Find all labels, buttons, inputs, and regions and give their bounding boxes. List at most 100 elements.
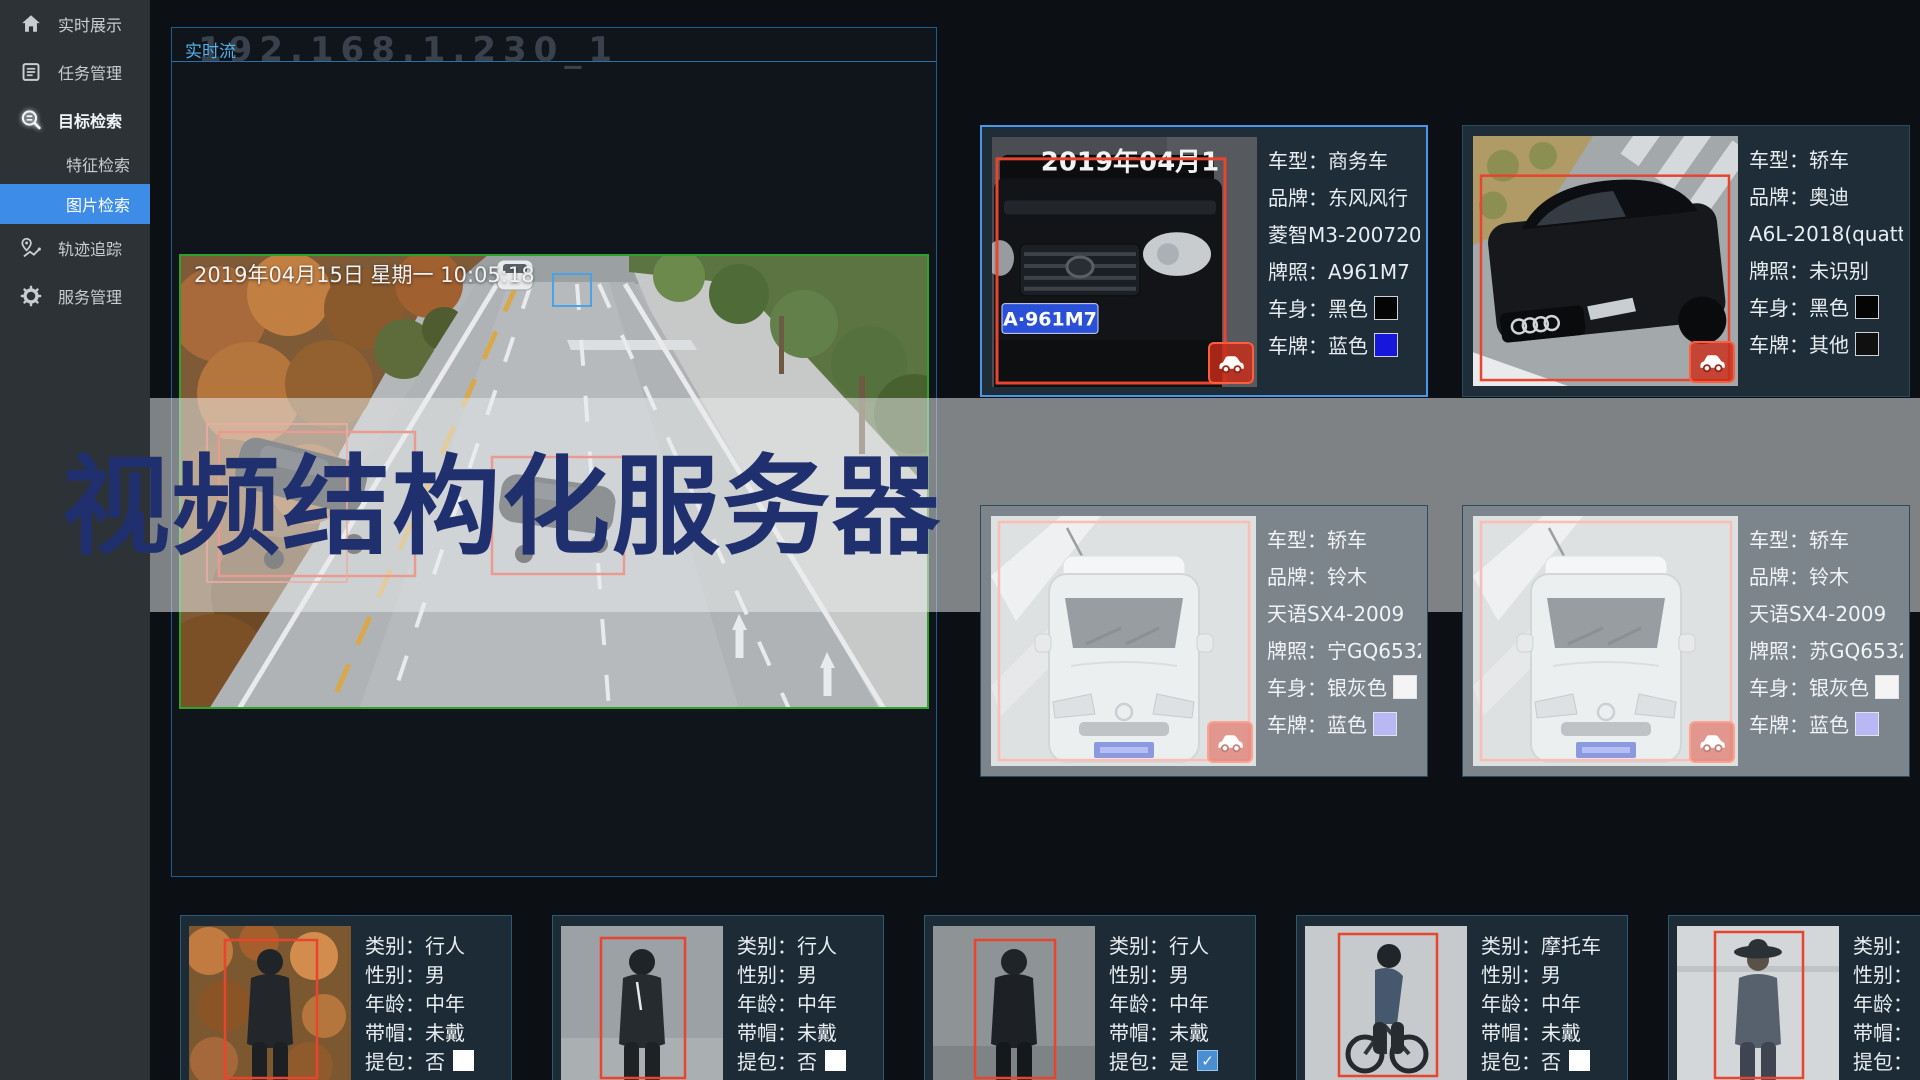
attribute-row: 年龄： [1853, 988, 1920, 1017]
sidebar-item-target-search[interactable]: 目标检索 [0, 96, 150, 144]
attribute-row: 年龄：中年 [1481, 988, 1623, 1017]
video-frame [179, 254, 929, 709]
attribute-row: 提包：否 [1481, 1046, 1623, 1075]
sidebar-item-image-search[interactable]: 图片检索 [0, 184, 150, 224]
pedestrian-snapshot-image [1677, 926, 1839, 1080]
attribute-row: 车型：轿车 [1267, 520, 1421, 557]
pedestrian-card[interactable]: 类别：行人性别：男年龄：中年带帽：未戴提包：是✓ [924, 915, 1256, 1080]
pedestrian-snapshot-image [561, 926, 723, 1080]
car-badge-icon[interactable] [1207, 721, 1253, 763]
pedestrian-snapshot-image [1305, 926, 1467, 1080]
player-header: 192.168.1.230_1 实时流 [172, 28, 936, 62]
color-swatch [1374, 296, 1398, 320]
attribute-row: A6L-2018(quattro运动 [1749, 214, 1903, 251]
sidebar-item-label: 实时展示 [58, 12, 122, 36]
color-swatch [1374, 333, 1398, 357]
car-badge-icon[interactable] [1689, 341, 1735, 383]
attribute-row: 天语SX4-2009 [1267, 594, 1421, 631]
attribute-row: 车身：黑色 [1749, 288, 1903, 325]
bag-checkbox [825, 1050, 846, 1071]
sidebar-item-label: 服务管理 [58, 284, 122, 308]
track-icon [20, 236, 44, 260]
sidebar-item-label: 特征检索 [66, 152, 130, 176]
pedestrian-card[interactable]: 类别：行人性别：男年龄：中年带帽：未戴提包：否 [180, 915, 512, 1080]
stream-name-ghost: 192.168.1.230_1 [198, 30, 619, 70]
pedestrian-attributes: 类别：行人性别：男年龄：中年带帽：未戴提包：是✓ [1109, 930, 1251, 1075]
color-swatch [1855, 712, 1879, 736]
attribute-row: 类别：摩托车 [1481, 930, 1623, 959]
attribute-row: 车牌：蓝色 [1749, 705, 1903, 742]
vehicle-card[interactable]: 车型：轿车品牌：铃木天语SX4-2009牌照：苏GQ6532车身：银灰色车牌：蓝… [1462, 505, 1910, 777]
attribute-row: 提包：否 [365, 1046, 507, 1075]
sidebar-item-live-display[interactable]: 实时展示 [0, 0, 150, 48]
pedestrian-snapshot-image [189, 926, 351, 1080]
attribute-row: 牌照：宁GQ6532 [1267, 631, 1421, 668]
vehicle-attributes: 车型：商务车品牌：东风风行菱智M3-20072015牌照：A961M7车身：黑色… [1268, 141, 1420, 363]
vehicle-snapshot-image: A·961M72019年04月1 [992, 137, 1257, 387]
vehicle-card[interactable]: 车型：轿车品牌：铃木天语SX4-2009牌照：宁GQ6532车身：银灰色车牌：蓝… [980, 505, 1428, 777]
pedestrian-attributes: 类别：摩托车性别：男年龄：中年带帽：未戴提包：否 [1481, 930, 1623, 1075]
sidebar-item-label: 任务管理 [58, 60, 122, 84]
attribute-row: 品牌：东风风行 [1268, 178, 1420, 215]
pedestrian-card[interactable]: 类别：性别：年龄：带帽：提包： [1668, 915, 1920, 1080]
sidebar-item-task-management[interactable]: 任务管理 [0, 48, 150, 96]
pedestrian-snapshot-image [933, 926, 1095, 1080]
color-swatch [1875, 675, 1899, 699]
attribute-row: 性别：男 [1481, 959, 1623, 988]
attribute-row: 提包：是✓ [1109, 1046, 1251, 1075]
attribute-row: 带帽：未戴 [365, 1017, 507, 1046]
pedestrian-attributes: 类别：行人性别：男年龄：中年带帽：未戴提包：否 [737, 930, 879, 1075]
attribute-row: 牌照：苏GQ6532 [1749, 631, 1903, 668]
attribute-row: 带帽：未戴 [737, 1017, 879, 1046]
tasks-icon [20, 60, 44, 84]
color-swatch [1393, 675, 1417, 699]
sidebar-item-label: 轨迹追踪 [58, 236, 122, 260]
color-swatch [1855, 332, 1879, 356]
vehicle-attributes: 车型：轿车品牌：铃木天语SX4-2009牌照：苏GQ6532车身：银灰色车牌：蓝… [1749, 520, 1903, 742]
pedestrian-card[interactable]: 类别：行人性别：男年龄：中年带帽：未戴提包：否 [552, 915, 884, 1080]
attribute-row: 年龄：中年 [1109, 988, 1251, 1017]
vehicle-snapshot-image [1473, 136, 1738, 386]
attribute-row: 车牌：蓝色 [1267, 705, 1421, 742]
sidebar-item-service-management[interactable]: 服务管理 [0, 272, 150, 320]
live-video[interactable]: 2019年04月15日 星期一 10:05:18 [179, 254, 929, 709]
sidebar-item-feature-search[interactable]: 特征检索 [0, 144, 150, 184]
bag-checkbox [1569, 1050, 1590, 1071]
attribute-row: 年龄：中年 [365, 988, 507, 1017]
sidebar-item-trajectory-tracking[interactable]: 轨迹追踪 [0, 224, 150, 272]
attribute-row: 性别：男 [737, 959, 879, 988]
attribute-row: 牌照：A961M7 [1268, 252, 1420, 289]
car-badge-icon[interactable] [1689, 721, 1735, 763]
attribute-row: 车牌：其他 [1749, 325, 1903, 362]
attribute-row: 性别：男 [365, 959, 507, 988]
color-swatch [1855, 295, 1879, 319]
attribute-row: 类别：行人 [1109, 930, 1251, 959]
attribute-row: 带帽： [1853, 1017, 1920, 1046]
attribute-row: 车身：银灰色 [1749, 668, 1903, 705]
attribute-row: 带帽：未戴 [1481, 1017, 1623, 1046]
vehicle-attributes: 车型：轿车品牌：铃木天语SX4-2009牌照：宁GQ6532车身：银灰色车牌：蓝… [1267, 520, 1421, 742]
vehicle-snapshot-image [991, 516, 1256, 766]
vehicle-attributes: 车型：轿车品牌：奥迪A6L-2018(quattro运动牌照：未识别车身：黑色车… [1749, 140, 1903, 362]
attribute-row: 菱智M3-20072015 [1268, 215, 1420, 252]
app-root: 实时展示任务管理目标检索特征检索图片检索轨迹追踪服务管理 192.168.1.2… [0, 0, 1920, 1080]
attribute-row: 车牌：蓝色 [1268, 326, 1420, 363]
home-icon [20, 12, 44, 36]
attribute-row: 牌照：未识别 [1749, 251, 1903, 288]
pedestrian-attributes: 类别：性别：年龄：带帽：提包： [1853, 930, 1920, 1075]
attribute-row: 车型：轿车 [1749, 140, 1903, 177]
svg-text:A·961M7: A·961M7 [1003, 309, 1097, 331]
attribute-row: 年龄：中年 [737, 988, 879, 1017]
live-stream-tab[interactable]: 实时流 [185, 37, 236, 62]
car-badge-icon[interactable] [1208, 342, 1254, 384]
video-player-panel: 192.168.1.230_1 实时流 2019年04月15日 星期一 10:0… [171, 27, 937, 877]
attribute-row: 类别： [1853, 930, 1920, 959]
attribute-row: 提包： [1853, 1046, 1920, 1075]
attribute-row: 性别：男 [1109, 959, 1251, 988]
sidebar-item-label: 目标检索 [58, 108, 122, 132]
attribute-row: 性别： [1853, 959, 1920, 988]
pedestrian-card[interactable]: 类别：摩托车性别：男年龄：中年带帽：未戴提包：否 [1296, 915, 1628, 1080]
vehicle-card[interactable]: A·961M72019年04月1车型：商务车品牌：东风风行菱智M3-200720… [980, 125, 1428, 397]
bag-checkbox [453, 1050, 474, 1071]
vehicle-card[interactable]: 车型：轿车品牌：奥迪A6L-2018(quattro运动牌照：未识别车身：黑色车… [1462, 125, 1910, 397]
